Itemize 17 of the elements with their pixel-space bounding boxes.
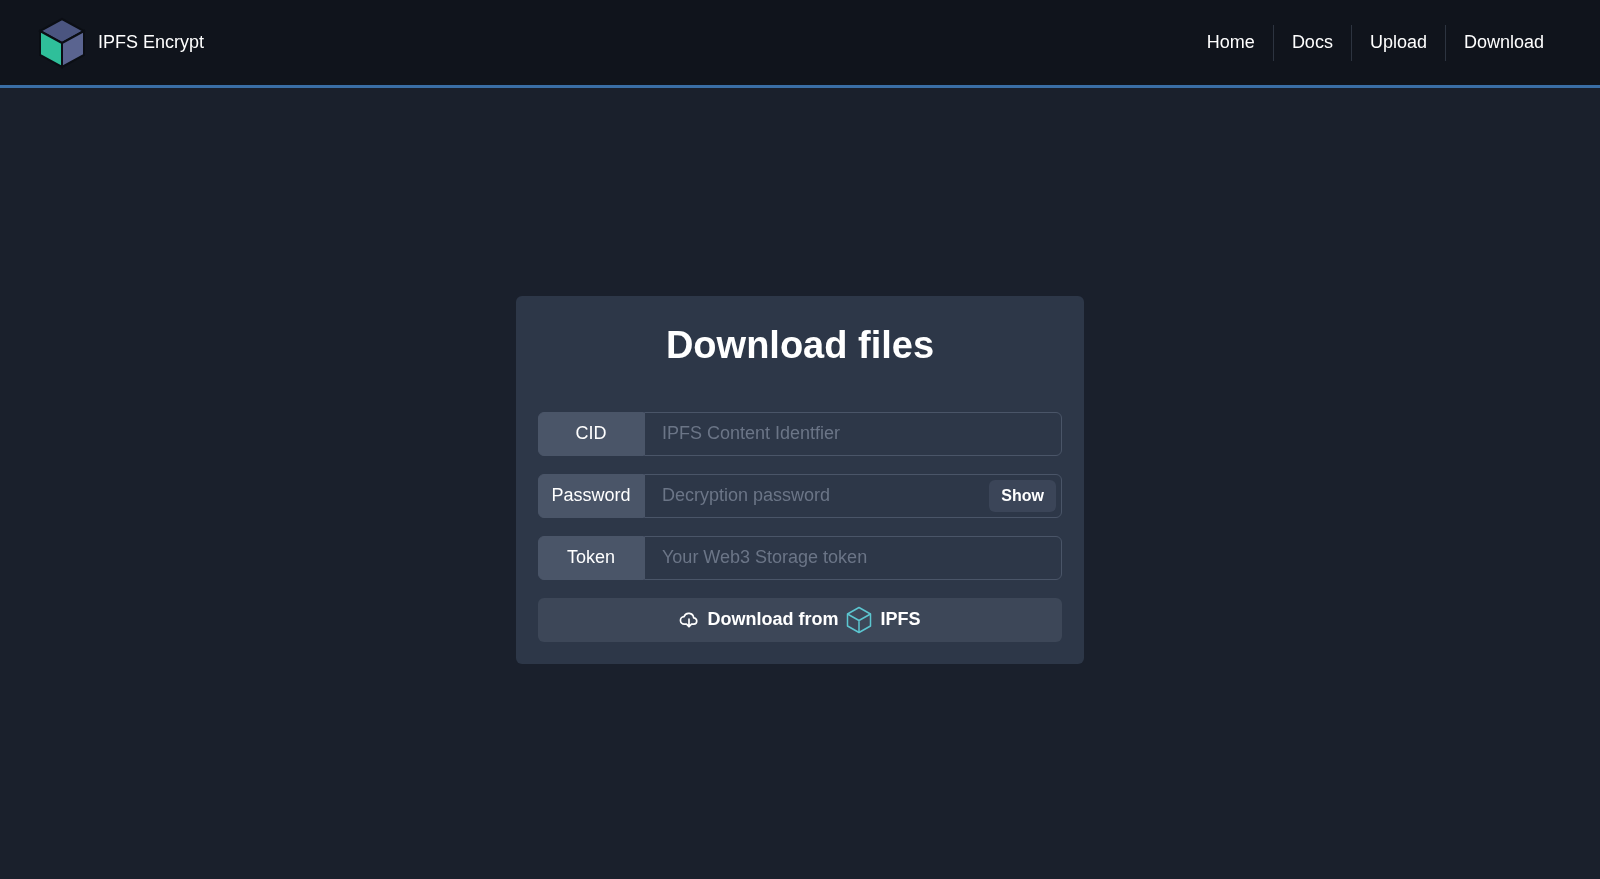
card-title: Download files — [664, 323, 936, 368]
cube-logo-icon — [38, 16, 86, 69]
nav-link[interactable]: Docs — [1273, 29, 1351, 56]
nav-link[interactable]: Download — [1445, 29, 1562, 56]
field-label: Token — [538, 535, 644, 580]
brand-name: IPFS Encrypt — [98, 31, 205, 54]
button-label: IPFS — [880, 608, 921, 631]
nav-link[interactable]: Upload — [1351, 29, 1445, 56]
download-button[interactable]: Download from IPFS — [538, 597, 1062, 642]
nav-link[interactable]: Home — [1188, 29, 1273, 56]
field-label: Password — [538, 473, 644, 518]
input-field[interactable]: Your Web3 Storage token — [644, 535, 1062, 580]
field-label: CID — [538, 411, 644, 456]
input-field[interactable]: IPFS Content Identfier — [644, 411, 1062, 456]
show-button[interactable]: Show — [989, 479, 1056, 512]
cube-icon — [846, 605, 873, 634]
button-label: Download from — [707, 608, 839, 631]
